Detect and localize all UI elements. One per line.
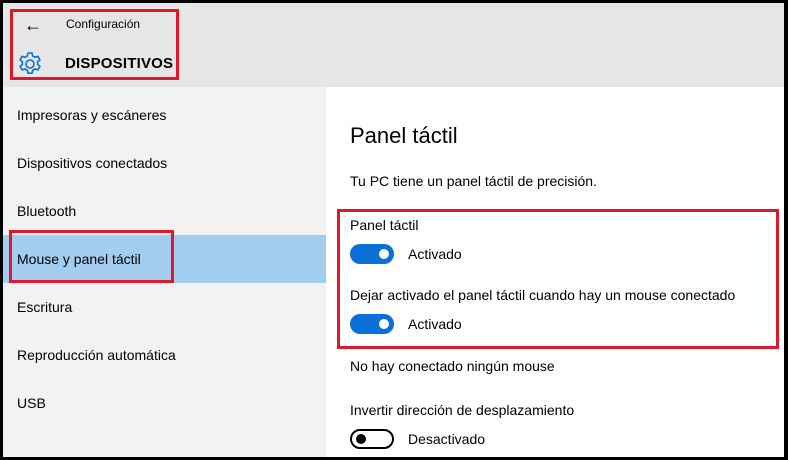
settings-window: ← Configuración DISPOSITIVOS Impresoras … <box>0 0 788 460</box>
sidebar-item-dispositivos-conectados[interactable]: Dispositivos conectados <box>3 139 326 187</box>
sidebar-item-escritura[interactable]: Escritura <box>3 283 326 331</box>
toggle-knob <box>356 434 366 444</box>
annotation-box-sidebar <box>9 230 174 283</box>
sidebar-item-bluetooth[interactable]: Bluetooth <box>3 187 326 235</box>
sidebar-item-impresoras[interactable]: Impresoras y escáneres <box>3 91 326 139</box>
annotation-box-settings <box>337 209 779 349</box>
annotation-box-header <box>10 9 179 80</box>
reverse-scroll-toggle[interactable] <box>350 429 394 449</box>
precision-touchpad-description: Tu PC tiene un panel táctil de precisión… <box>350 173 597 189</box>
reverse-scroll-label: Invertir dirección de desplazamiento <box>350 402 575 418</box>
sidebar-item-reproduccion-automatica[interactable]: Reproducción automática <box>3 331 326 379</box>
reverse-scroll-state: Desactivado <box>408 431 486 447</box>
page-title: Panel táctil <box>350 123 458 148</box>
no-mouse-connected-text: No hay conectado ningún mouse <box>350 358 555 374</box>
sidebar-item-usb[interactable]: USB <box>3 379 326 427</box>
